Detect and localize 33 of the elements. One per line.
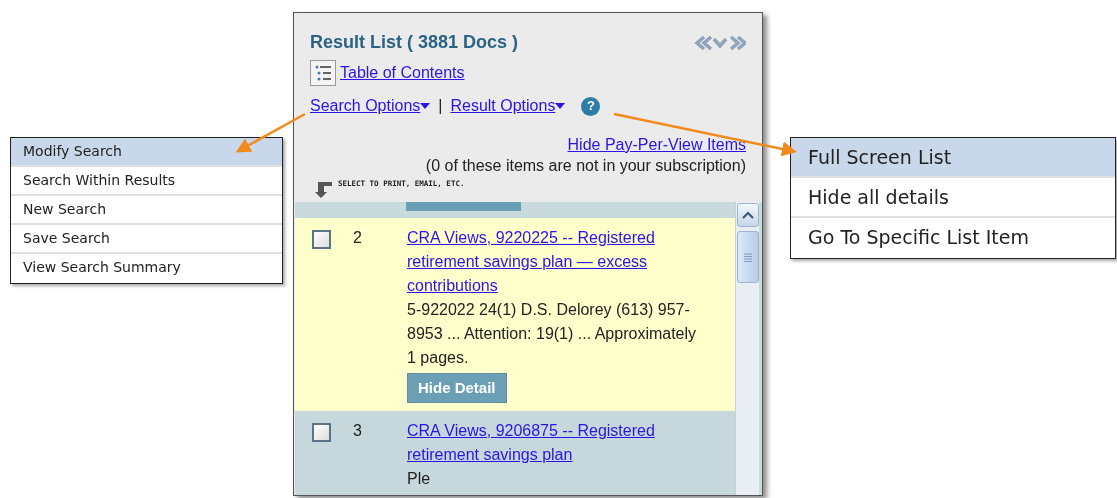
- menu-item[interactable]: Go To Specific List Item: [791, 218, 1115, 258]
- result-number: 3: [352, 421, 363, 441]
- hide-items-link[interactable]: Hide Pay-Per-View Items: [567, 136, 746, 153]
- subscription-note: (0 of these items are not in your subscription): [425, 157, 746, 174]
- grip-icon: [743, 252, 753, 262]
- scroll-thumb[interactable]: [737, 231, 759, 283]
- callout-arrow: [235, 112, 306, 153]
- list-icon: [310, 60, 336, 86]
- result-snippet: 5-922022 24(1) D.S. Delorey (613) 957-8953 ... Attention: 19(1) ... Approximately 1 pages.: [407, 300, 698, 368]
- menu-item[interactable]: Save Search: [11, 225, 282, 254]
- checkbox[interactable]: [312, 423, 331, 442]
- menu-item[interactable]: New Search: [11, 196, 282, 225]
- chevron-up-icon: [742, 211, 754, 219]
- toc-link[interactable]: Table of Contents: [340, 61, 465, 85]
- result-title-link[interactable]: CRA Views, 9206875 -- Registered retirement savings plan: [407, 419, 709, 467]
- menu-item[interactable]: View Search Summary: [11, 254, 282, 283]
- menu-item[interactable]: Full Screen List: [791, 138, 1115, 178]
- help-icon[interactable]: ?: [581, 96, 601, 116]
- scrollbar[interactable]: [735, 202, 759, 495]
- checkbox[interactable]: [312, 230, 331, 249]
- result-options-link[interactable]: Result Options: [450, 94, 556, 118]
- result-title-link[interactable]: CRA Views, 9220225 -- Registered retirement savings plan — excess contributions: [407, 226, 709, 298]
- panel-title: Result List ( 3881 Docs ): [310, 31, 519, 54]
- result-number: 2: [352, 228, 363, 248]
- search-options-link[interactable]: Search Options: [310, 94, 421, 118]
- caret-icon: [420, 103, 431, 109]
- menu-item[interactable]: Hide all details: [791, 178, 1115, 218]
- separator: |: [438, 96, 443, 116]
- result-snippet: Ple: [407, 469, 432, 489]
- menu-item[interactable]: Search Within Results: [11, 167, 282, 196]
- menu-item[interactable]: Modify Search: [11, 138, 282, 167]
- scroll-up-button[interactable]: [737, 203, 759, 227]
- caret-icon: [555, 103, 566, 109]
